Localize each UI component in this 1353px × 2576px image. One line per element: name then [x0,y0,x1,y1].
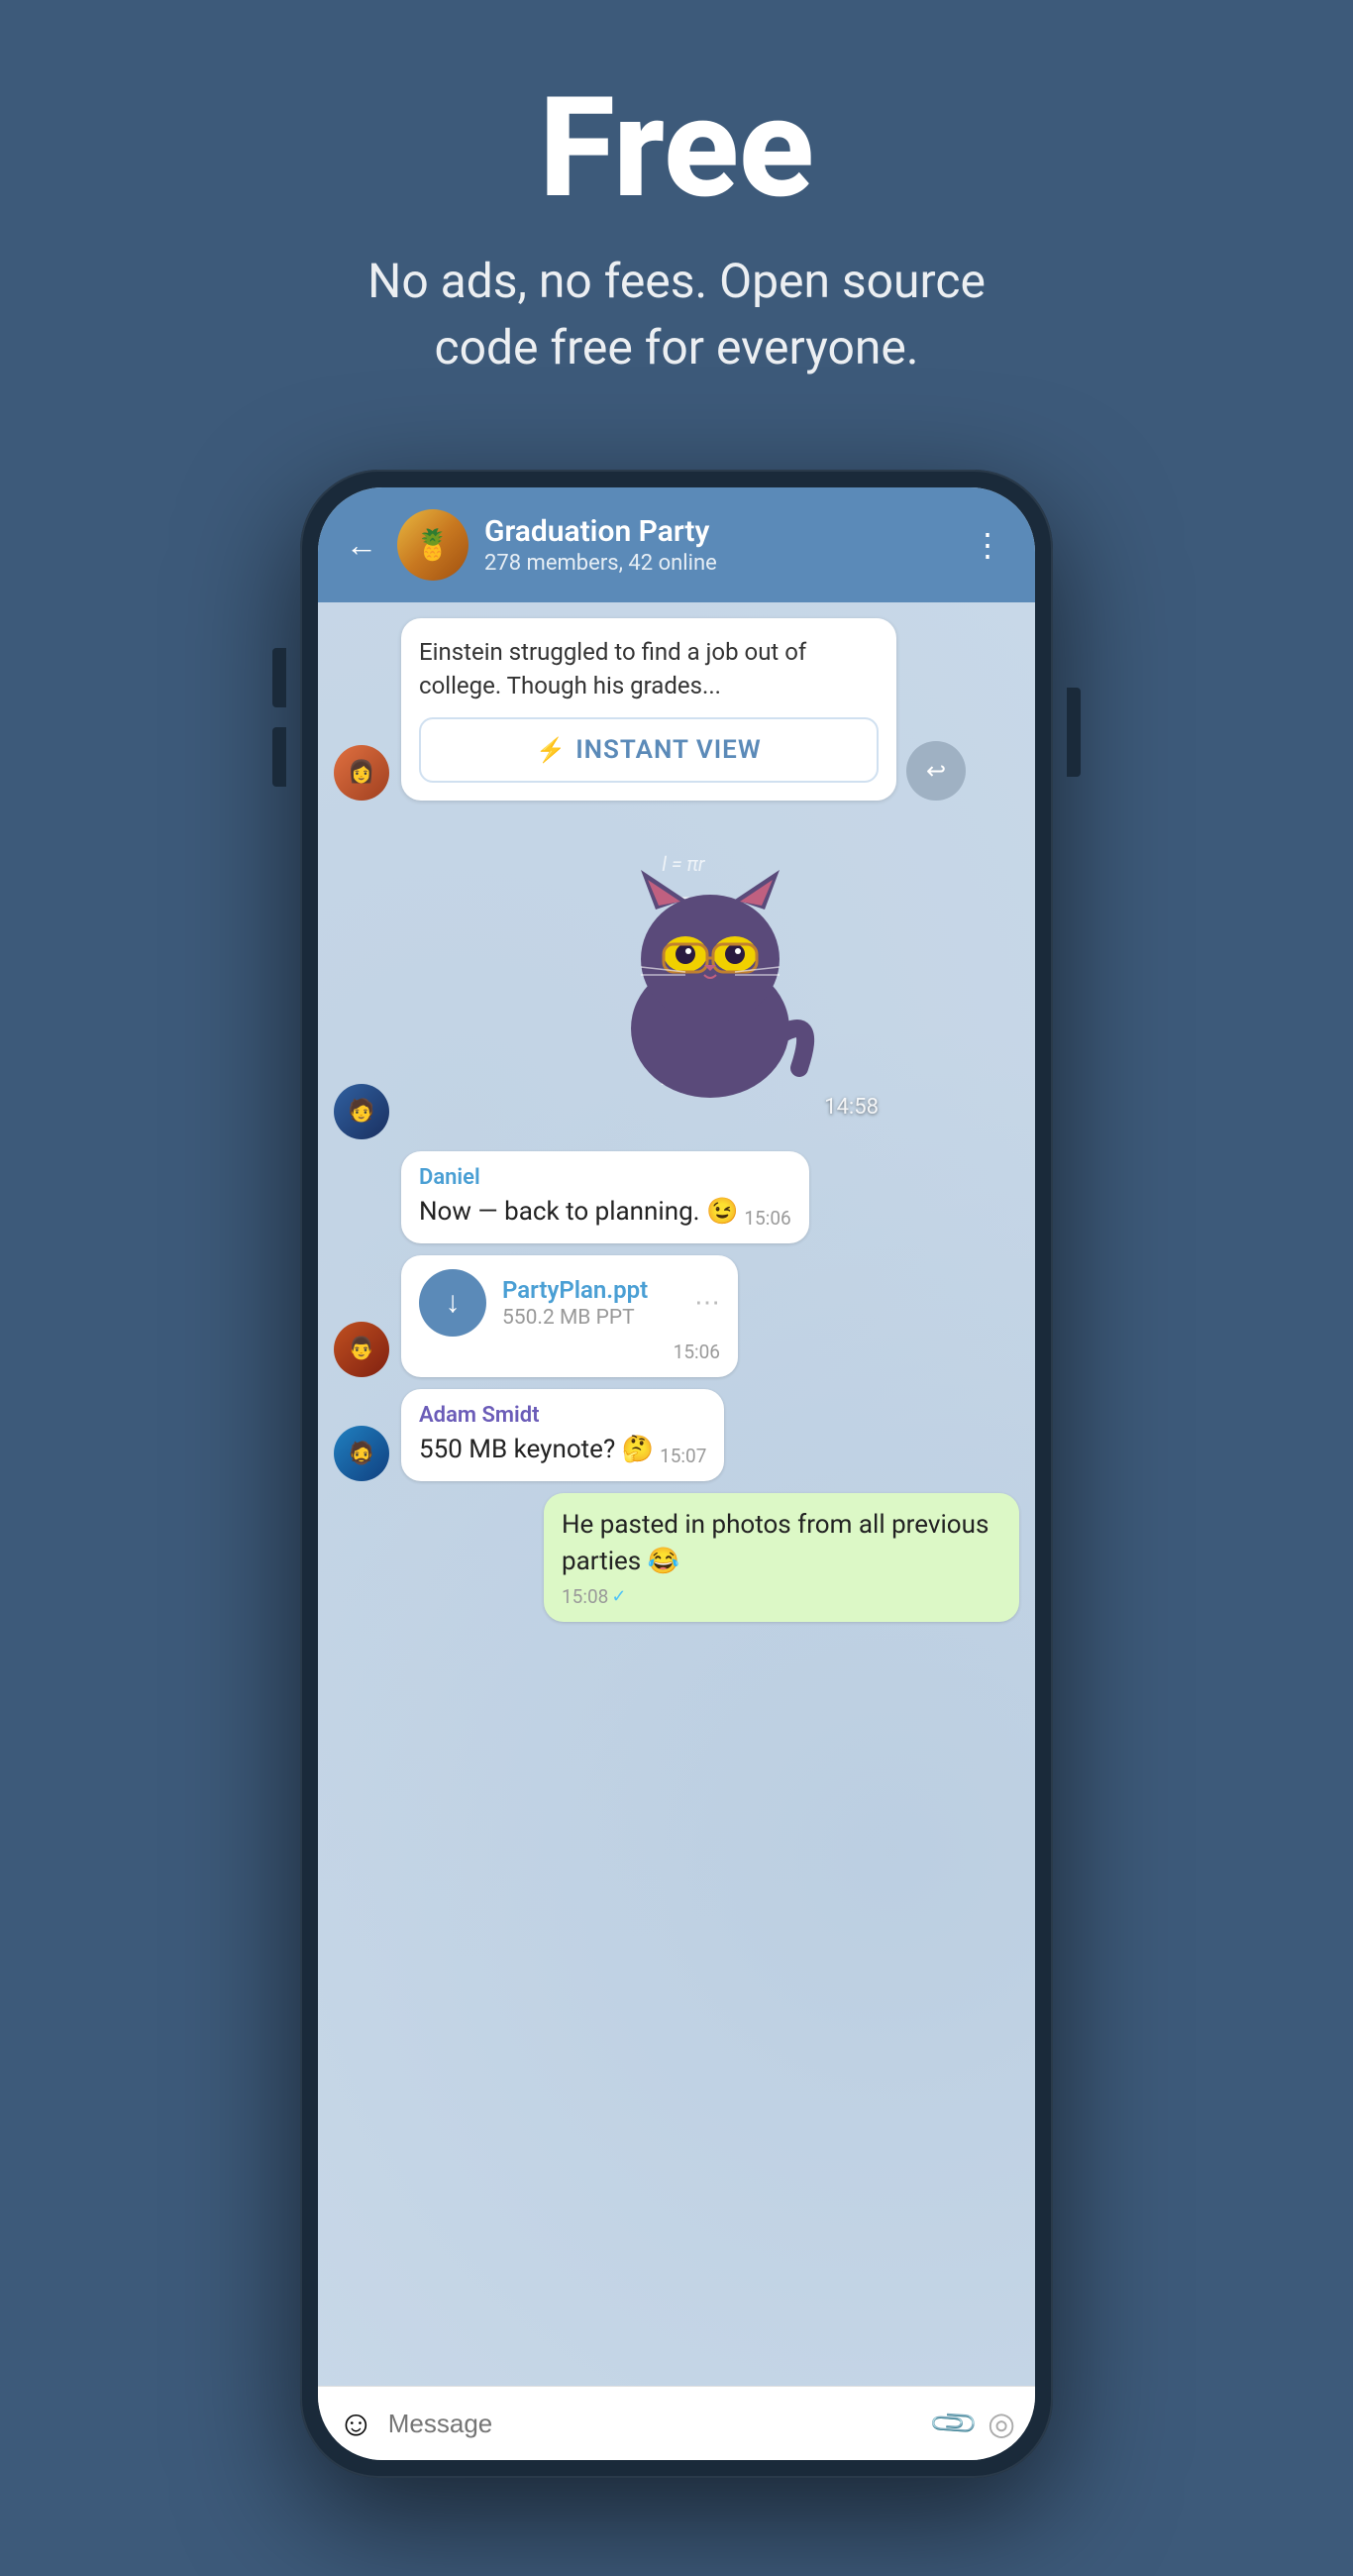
message-row: Daniel Now — back to planning. 😉 15:06 [334,1151,1019,1243]
message-bubble: Adam Smidt 550 MB keynote? 🤔 15:07 [401,1389,724,1481]
message-time: 15:06 [419,1341,720,1363]
message-time: 15:07 [660,1445,706,1467]
chat-header: ← 🍍 Graduation Party 278 members, 42 onl… [318,487,1035,602]
page-subtitle: No ads, no fees. Open source code free f… [330,248,1023,380]
message-sender: Daniel [419,1165,791,1190]
read-checkmark: ✓ [611,1586,626,1607]
back-button[interactable]: ← [342,522,381,568]
download-button[interactable]: ↓ [419,1269,486,1337]
message-row: 👩 Einstein struggled to find a job out o… [334,618,1019,800]
instant-view-label: INSTANT VIEW [575,735,762,765]
file-options-button[interactable]: ⋯ [694,1288,720,1318]
file-name: PartyPlan.ppt [502,1276,678,1304]
own-message-bubble: He pasted in photos from all previous pa… [544,1493,1019,1622]
instant-view-button[interactable]: ⚡ INSTANT VIEW [419,717,879,783]
page-title: Free [330,79,1023,218]
message-input-bar: ☺ 📎 ◎ [318,2386,1035,2460]
message-sender: Adam Smidt [419,1403,706,1428]
attach-button[interactable]: 📎 [927,2397,982,2451]
message-row: 🧔 Adam Smidt 550 MB keynote? 🤔 15:07 [334,1389,1019,1481]
chat-info: Graduation Party 278 members, 42 online [484,514,948,576]
iv-preview-text: Einstein struggled to find a job out of … [419,636,879,702]
avatar: 🧑 [334,1084,389,1139]
power-button [1067,688,1081,777]
chat-group-avatar: 🍍 [397,509,468,581]
avatar: 👩 [334,745,389,801]
file-info: PartyPlan.ppt 550.2 MB PPT [502,1276,678,1330]
chat-member-status: 278 members, 42 online [484,551,948,576]
message-time-row: 15:08 ✓ [562,1585,626,1608]
sticker-row: 🧑 l = πr A = V = l³ P = 2πr A = πr² s = … [334,812,1019,1139]
avatar: 🧔 [334,1426,389,1481]
message-bubble: Daniel Now — back to planning. 😉 15:06 [401,1151,809,1243]
avatar-emoji: 🍍 [397,509,468,581]
message-text: He pasted in photos from all previous pa… [562,1507,1001,1579]
hero-section: Free No ads, no fees. Open source code f… [290,0,1063,440]
emoji-button[interactable]: ☺ [338,2403,374,2444]
file-size: 550.2 MB PPT [502,1306,678,1330]
camera-button[interactable]: ◎ [988,2405,1015,2442]
message-time: 15:08 [562,1585,608,1608]
own-message-row: He pasted in photos from all previous pa… [334,1493,1019,1622]
message-text: 550 MB keynote? 🤔 [419,1432,654,1467]
sticker-container: l = πr A = V = l³ P = 2πr A = πr² s = √r… [522,812,898,1129]
bolt-icon: ⚡ [536,736,566,764]
menu-button[interactable]: ⋮ [964,522,1011,568]
avatar: 👨 [334,1322,389,1377]
file-message-row: 👨 ↓ PartyPlan.ppt 550.2 MB PPT ⋯ 15:06 [334,1255,1019,1377]
phone-mockup: ← 🍍 Graduation Party 278 members, 42 onl… [300,470,1053,2478]
message-time: 15:06 [744,1207,790,1230]
volume-down-button [272,727,286,787]
message-input[interactable] [388,2409,920,2439]
volume-up-button [272,648,286,707]
file-bubble: ↓ PartyPlan.ppt 550.2 MB PPT ⋯ 15:06 [401,1255,738,1377]
chat-body: 👩 Einstein struggled to find a job out o… [318,602,1035,2386]
chat-name: Graduation Party [484,514,948,549]
sticker-time: 14:58 [824,1095,879,1120]
share-button[interactable]: ↩ [906,741,966,801]
message-text: Now — back to planning. 😉 [419,1194,738,1230]
instant-view-card: Einstein struggled to find a job out of … [401,618,896,800]
cat-sticker [601,840,819,1102]
